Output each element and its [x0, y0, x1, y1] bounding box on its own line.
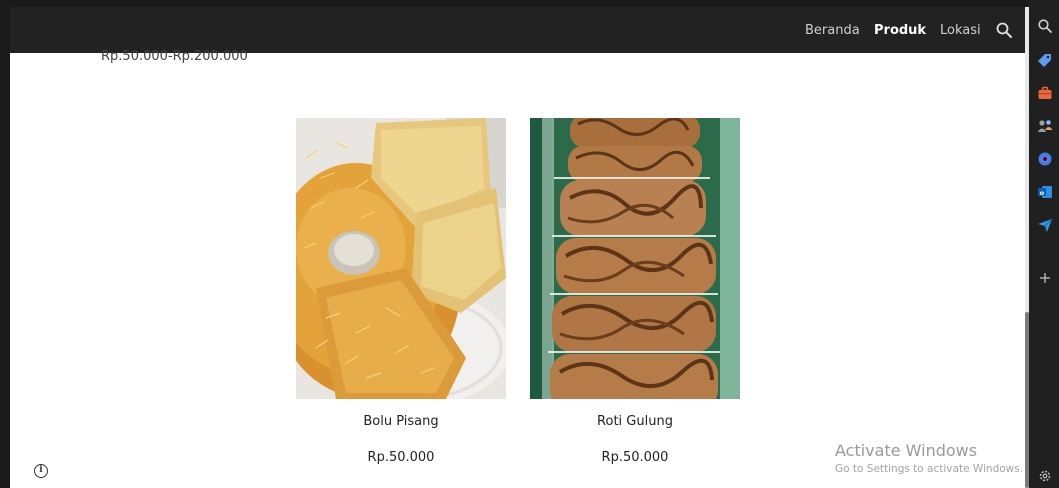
- nav-item-beranda[interactable]: Beranda: [805, 23, 860, 38]
- add-icon[interactable]: [1037, 270, 1053, 286]
- product-price-roti-gulung: Rp.50.000: [601, 450, 669, 465]
- web-page: Beranda Produk Lokasi Rp.50.000-Rp.200.0…: [10, 7, 1025, 488]
- search-icon[interactable]: [995, 21, 1013, 39]
- swiss-roll-photo: [530, 118, 740, 399]
- settings-icon[interactable]: [1037, 468, 1053, 484]
- nav-item-produk[interactable]: Produk: [874, 23, 926, 38]
- outlook-icon[interactable]: o: [1037, 184, 1053, 200]
- price-range-label: Rp.50.000-Rp.200.000: [101, 49, 248, 64]
- product-price-bolu-pisang: Rp.50.000: [367, 450, 435, 465]
- browser-frame-top: [0, 0, 1029, 7]
- activate-windows-title: Activate Windows: [835, 441, 978, 460]
- product-image-roti-gulung[interactable]: [530, 118, 740, 399]
- product-name-bolu-pisang[interactable]: Bolu Pisang: [296, 414, 506, 429]
- svg-text:o: o: [1040, 189, 1045, 197]
- copilot-icon[interactable]: [1037, 151, 1053, 167]
- nav-item-lokasi[interactable]: Lokasi: [940, 23, 981, 38]
- browser-right-sidebar: [1029, 0, 1059, 488]
- people-icon[interactable]: [1037, 118, 1053, 134]
- info-icon[interactable]: i: [34, 464, 48, 478]
- tag-icon[interactable]: [1037, 52, 1053, 68]
- send-icon[interactable]: [1037, 217, 1053, 233]
- briefcase-icon[interactable]: [1037, 85, 1053, 101]
- browser-frame-left: [0, 0, 10, 488]
- product-image-bolu-pisang[interactable]: [296, 118, 506, 399]
- search-icon[interactable]: [1037, 18, 1053, 34]
- activate-windows-subtitle: Go to Settings to activate Windows.: [835, 463, 1024, 475]
- top-navbar: Beranda Produk Lokasi: [10, 7, 1025, 53]
- banana-cake-photo: [296, 118, 506, 399]
- product-name-roti-gulung[interactable]: Roti Gulung: [530, 414, 740, 429]
